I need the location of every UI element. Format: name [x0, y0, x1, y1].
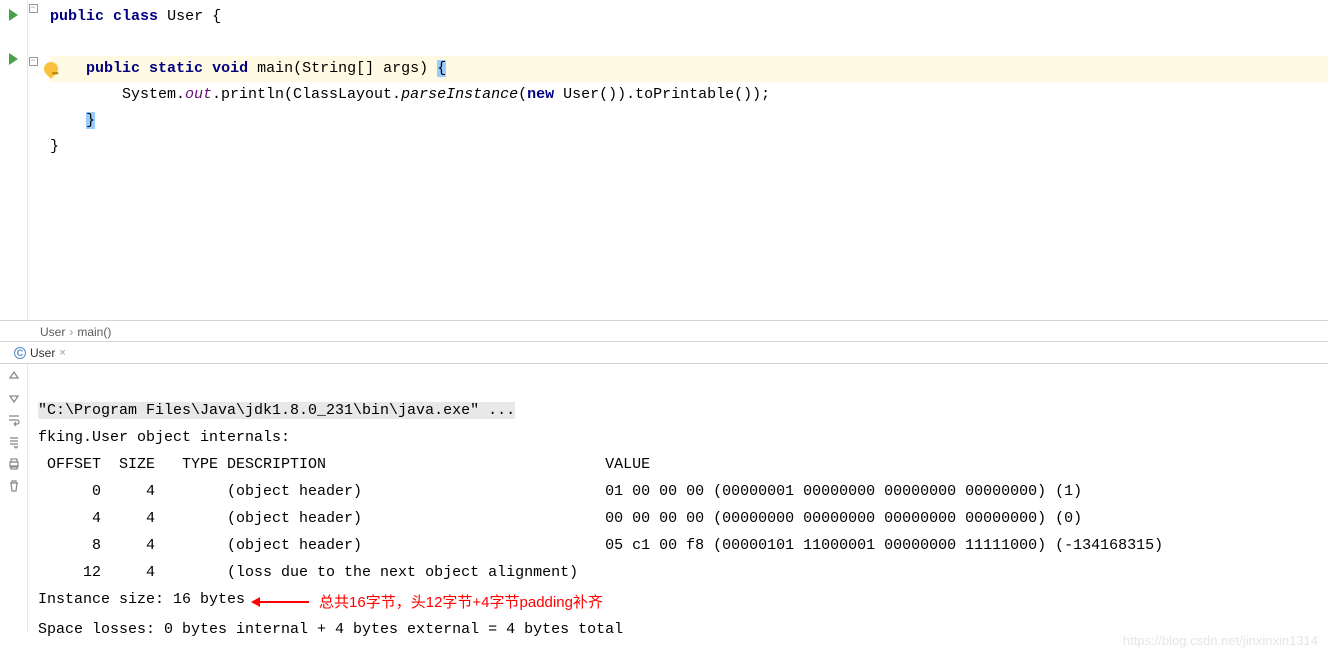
code-editor[interactable]: public class User { public static void m… [38, 0, 1328, 320]
matching-brace: { [437, 60, 446, 77]
editor-gutter [0, 0, 28, 320]
code-line-highlighted: public static void main(String[] args) { [50, 56, 1328, 82]
console-toolbar [0, 364, 28, 632]
output-row: 12 4 (loss due to the next object alignm… [38, 564, 578, 581]
code-line: } [50, 134, 1328, 160]
matching-brace: } [86, 112, 95, 129]
output-header: OFFSET SIZE TYPE DESCRIPTION VALUE [38, 456, 650, 473]
scroll-to-end-icon[interactable] [6, 434, 22, 450]
blank-line [50, 30, 1328, 56]
trash-icon[interactable] [6, 478, 22, 494]
output-line: Space losses: 0 bytes internal + 4 bytes… [38, 621, 623, 638]
output-row: 0 4 (object header) 01 00 00 00 (0000000… [38, 483, 1082, 500]
output-row: 8 4 (object header) 05 c1 00 f8 (0000010… [38, 537, 1163, 554]
code-line: System.out.println(ClassLayout.parseInst… [50, 82, 1328, 108]
breadcrumb-item[interactable]: User [40, 325, 65, 339]
arrow-left-icon [259, 601, 309, 603]
console-output[interactable]: "C:\Program Files\Java\jdk1.8.0_231\bin\… [28, 364, 1328, 632]
arrow-up-icon[interactable] [6, 368, 22, 384]
soft-wrap-icon[interactable] [6, 412, 22, 428]
class-icon: C [14, 347, 26, 359]
editor-pane: − − public class User { public static vo… [0, 0, 1328, 321]
breadcrumb: User › main() [0, 321, 1328, 342]
gutter-spacer [0, 26, 27, 48]
arrow-down-icon[interactable] [6, 390, 22, 406]
tab-label: User [30, 346, 55, 360]
output-line: fking.User object internals: [38, 429, 290, 446]
run-tab[interactable]: C User × [6, 344, 74, 362]
close-icon[interactable]: × [59, 347, 65, 359]
console-pane: "C:\Program Files\Java\jdk1.8.0_231\bin\… [0, 364, 1328, 632]
annotation: 总共16字节，头12字节+4字节padding补齐 [245, 589, 603, 616]
command-line: "C:\Program Files\Java\jdk1.8.0_231\bin\… [38, 402, 515, 419]
breadcrumb-item[interactable]: main() [77, 325, 111, 339]
fold-toggle-icon[interactable]: − [29, 4, 38, 13]
output-row: 4 4 (object header) 00 00 00 00 (0000000… [38, 510, 1082, 527]
instance-size-line: Instance size: 16 bytes [38, 591, 245, 608]
run-tab-bar: C User × [0, 342, 1328, 364]
fold-toggle-icon[interactable]: − [29, 57, 38, 66]
chevron-right-icon: › [69, 325, 73, 339]
print-icon[interactable] [6, 456, 22, 472]
fold-gutter: − − [28, 0, 38, 320]
code-line: } [50, 108, 1328, 134]
run-line-icon[interactable] [0, 48, 27, 70]
watermark: https://blog.csdn.net/jinxinxin1314 [1123, 633, 1318, 648]
code-line: public class User { [50, 4, 1328, 30]
run-line-icon[interactable] [0, 4, 27, 26]
